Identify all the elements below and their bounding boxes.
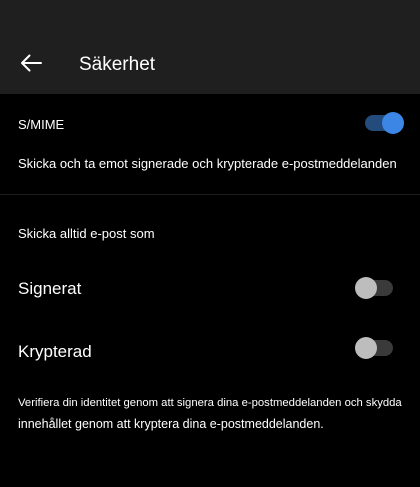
encrypted-toggle[interactable] [355, 337, 393, 359]
smime-label: S/MIME [18, 117, 65, 132]
footer-line-1: Verifiera din identitet genom att signer… [18, 397, 402, 409]
encrypted-label: Krypterad [18, 342, 92, 361]
section-divider [0, 194, 420, 195]
smime-toggle[interactable] [365, 112, 404, 134]
app-header: Säkerhet [0, 0, 420, 94]
toggle-knob [355, 337, 377, 359]
footer-description: Verifiera din identitet genom att signer… [18, 393, 410, 435]
toggle-knob [382, 112, 404, 134]
footer-line-2: innehållet genom att kryptera dina e-pos… [18, 417, 324, 431]
signed-label: Signerat [18, 279, 82, 298]
arrow-left-icon [20, 54, 42, 72]
signed-toggle[interactable] [355, 277, 393, 299]
back-button[interactable] [12, 44, 50, 82]
smime-description: Skicka och ta emot signerade och krypter… [18, 156, 397, 171]
toggle-knob [355, 277, 377, 299]
page-title: Säkerhet [79, 54, 156, 75]
section-heading: Skicka alltid e-post som [18, 226, 155, 241]
